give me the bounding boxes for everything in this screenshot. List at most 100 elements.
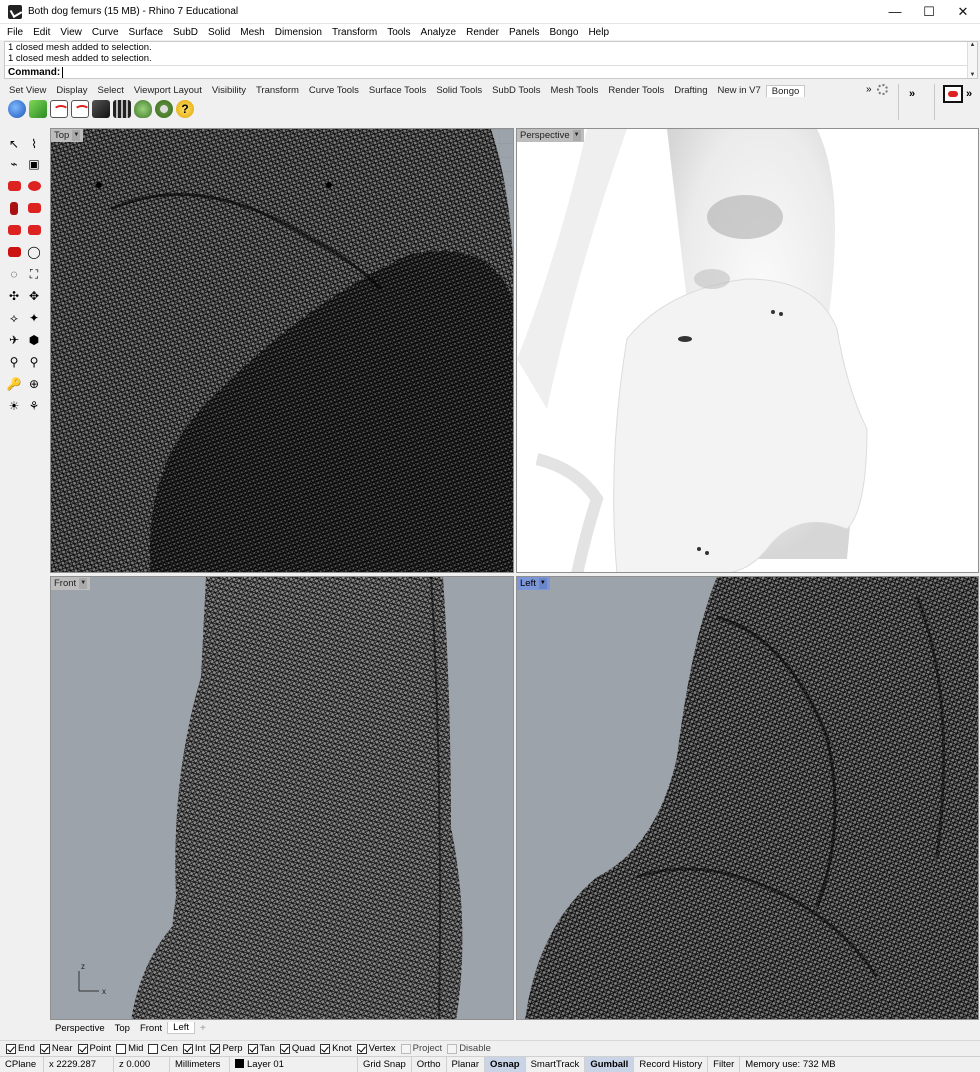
smarttrack-toggle[interactable]: SmartTrack [526,1056,586,1072]
command-scrollbar[interactable]: ▲ ▼ [967,42,977,78]
help-icon[interactable]: ? [176,100,194,118]
render-film-icon[interactable] [943,85,963,103]
tab-drafting[interactable]: Drafting [669,85,712,96]
vptab-perspective[interactable]: Perspective [50,1023,110,1034]
menu-bongo[interactable]: Bongo [545,27,584,38]
bongo-setup-icon[interactable] [155,100,173,118]
move-icon[interactable]: ✥ [26,288,42,304]
gumball-toggle[interactable]: Gumball [585,1056,635,1072]
menu-subd[interactable]: SubD [168,27,203,38]
menu-edit[interactable]: Edit [28,27,55,38]
extrude-icon[interactable]: ⛶ [26,266,42,282]
maximize-button[interactable]: ☐ [912,0,946,24]
point-icon[interactable]: ⌇ [26,136,42,152]
array-icon[interactable]: ✦ [26,310,42,326]
osnap-vertex[interactable]: Vertex [356,1043,396,1054]
rectangle-red-icon[interactable] [6,200,22,216]
bongo-curve-icon[interactable] [50,100,69,118]
tab-solid-tools[interactable]: Solid Tools [431,85,487,96]
tab-surface-tools[interactable]: Surface Tools [364,85,431,96]
bongo-mouse-icon[interactable] [134,100,152,118]
osnap-cen[interactable]: Cen [148,1043,178,1054]
layer-selector[interactable]: Layer 01 [230,1056,358,1072]
chevron-down-icon[interactable]: ▼ [572,130,581,141]
vptab-top[interactable]: Top [110,1023,135,1034]
osnap-point[interactable]: Point [77,1043,111,1054]
checkbox[interactable] [210,1043,221,1054]
tab-viewport-layout[interactable]: Viewport Layout [129,85,207,96]
checkbox[interactable] [6,1043,16,1054]
vptab-left[interactable]: Left [167,1022,196,1034]
checkbox[interactable] [39,1043,50,1054]
vptab-front[interactable]: Front [135,1023,167,1034]
viewport-top[interactable]: Top ▼ [50,128,514,573]
menu-surface[interactable]: Surface [124,27,168,38]
osnap-toggle[interactable]: Osnap [485,1056,526,1072]
close-button[interactable]: ✕ [946,0,980,24]
bongo-clapper-icon[interactable] [113,100,131,118]
viewport-label-perspective[interactable]: Perspective ▼ [517,129,584,142]
surface-red-icon[interactable] [6,222,22,238]
mesh-icon[interactable]: ◌ [6,266,22,282]
menu-file[interactable]: File [2,27,28,38]
osnap-near[interactable]: Near [39,1043,73,1054]
menu-dimension[interactable]: Dimension [270,27,327,38]
tab-new-in-v7[interactable]: New in V7 [712,85,765,96]
osnap-perp[interactable]: Perp [210,1043,243,1054]
snap-target-icon[interactable]: ☀ [6,398,22,414]
checkbox[interactable] [356,1043,367,1054]
menu-view[interactable]: View [55,27,87,38]
save-icon[interactable]: ▣ [26,156,42,172]
viewport-label-left[interactable]: Left ▼ [517,577,550,590]
tab-transform[interactable]: Transform [251,85,304,96]
bongo-path-icon[interactable] [71,100,90,118]
menu-curve[interactable]: Curve [87,27,124,38]
menu-tools[interactable]: Tools [382,27,415,38]
record-history-toggle[interactable]: Record History [634,1056,709,1072]
sphere-icon[interactable]: ◯ [26,244,42,260]
loft-red-icon[interactable] [26,222,42,238]
plane-icon[interactable]: ✈ [6,332,22,348]
bongo-record-icon[interactable] [92,100,110,118]
analyze-icon[interactable]: ⚘ [26,398,42,414]
select-arrow-icon[interactable]: ↖ [6,136,22,152]
cube-icon[interactable]: ⬢ [26,332,42,348]
filter-toggle[interactable]: Filter [708,1056,741,1072]
pan-icon[interactable]: 🔑 [6,376,22,392]
checkbox[interactable] [116,1043,127,1054]
boolean-icon[interactable]: ✣ [6,288,22,304]
units-label[interactable]: Millimeters [170,1056,230,1072]
command-input[interactable]: Command: [5,65,977,78]
menu-analyze[interactable]: Analyze [416,27,462,38]
tab-display[interactable]: Display [51,85,92,96]
grid-snap-toggle[interactable]: Grid Snap [358,1056,412,1072]
tab-visibility[interactable]: Visibility [207,85,251,96]
menu-render[interactable]: Render [461,27,504,38]
arc-red-icon[interactable] [26,200,42,216]
checkbox[interactable] [279,1043,290,1054]
osnap-end[interactable]: End [6,1043,35,1054]
zoom-icon[interactable]: ⚲ [6,354,22,370]
checkbox[interactable] [77,1043,88,1054]
more-render-tools-icon[interactable]: » [966,88,972,100]
osnap-int[interactable]: Int [182,1043,205,1054]
viewport-label-front[interactable]: Front ▼ [51,577,91,590]
checkbox[interactable] [182,1043,193,1054]
osnap-quad[interactable]: Quad [279,1043,315,1054]
checkbox[interactable] [320,1043,331,1054]
cplane-label[interactable]: CPlane [0,1056,44,1072]
osnap-disable[interactable]: Disable [447,1043,491,1054]
tab-render-tools[interactable]: Render Tools [603,85,669,96]
menu-help[interactable]: Help [583,27,614,38]
bongo-animation-icon[interactable] [29,100,47,118]
viewport-label-top[interactable]: Top ▼ [51,129,84,142]
tab-mesh-tools[interactable]: Mesh Tools [546,85,604,96]
scroll-down-icon[interactable]: ▼ [970,72,976,78]
more-tabs-icon[interactable]: » [866,84,872,95]
menu-solid[interactable]: Solid [203,27,235,38]
scroll-up-icon[interactable]: ▲ [970,42,976,48]
checkbox[interactable] [247,1043,258,1054]
curve-red-icon[interactable] [6,178,22,194]
viewport-left[interactable]: Left ▼ [516,576,979,1020]
checkbox[interactable] [148,1043,159,1054]
